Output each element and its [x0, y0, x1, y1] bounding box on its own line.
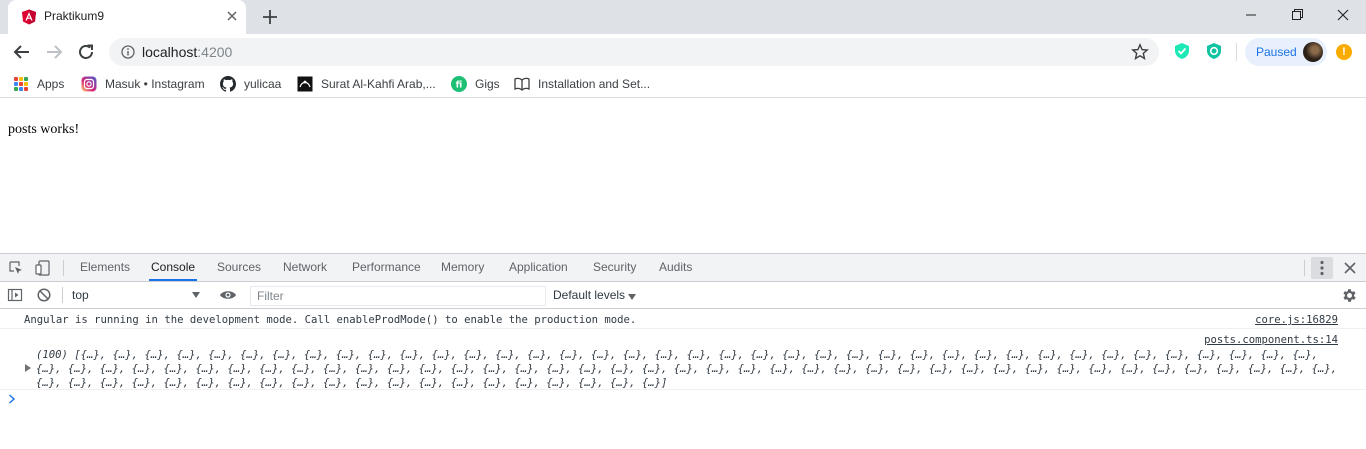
page-text: posts works! — [8, 122, 80, 137]
dropdown-arrow-icon — [628, 294, 636, 300]
source-link[interactable]: posts.component.ts:14 — [1204, 334, 1338, 346]
tabbar-separator — [1304, 260, 1305, 276]
instagram-icon — [81, 76, 97, 92]
tab-network[interactable]: Network — [281, 254, 329, 281]
quran-icon — [297, 76, 313, 92]
restore-icon[interactable] — [1274, 0, 1320, 30]
shield-check-icon[interactable] — [1173, 42, 1191, 60]
bookmark-instagram[interactable]: Masuk • Instagram — [81, 75, 205, 93]
avatar — [1303, 42, 1323, 62]
clear-console-icon[interactable] — [36, 287, 52, 303]
bookmark-gigs[interactable]: fi Gigs — [451, 75, 500, 93]
console-message: Angular is running in the development mo… — [0, 309, 1366, 329]
close-icon[interactable] — [224, 8, 240, 24]
console-message-text: Angular is running in the development mo… — [24, 314, 637, 326]
bookmark-github[interactable]: yulicaa — [220, 75, 281, 93]
book-icon — [514, 77, 530, 91]
array-preview[interactable]: (100) [{…}, {…}, {…}, {…}, {…}, {…}, {…}… — [36, 348, 1346, 390]
info-icon[interactable] — [121, 45, 135, 59]
tab-title: Praktikum9 — [44, 9, 105, 23]
source-link[interactable]: core.js:16829 — [1255, 314, 1338, 326]
minimize-icon[interactable] — [1228, 0, 1274, 30]
console-prompt-icon[interactable] — [8, 394, 16, 404]
page-viewport: posts works! — [0, 103, 1366, 253]
shield-extension-icon[interactable] — [1205, 42, 1223, 60]
new-tab-icon[interactable] — [260, 7, 280, 27]
filter-input[interactable] — [250, 286, 546, 306]
log-levels-dropdown[interactable]: Default levels — [553, 288, 625, 302]
github-icon — [220, 76, 236, 92]
tab-performance[interactable]: Performance — [350, 254, 423, 281]
bookmark-apps[interactable]: Apps — [14, 75, 64, 93]
reload-icon[interactable] — [74, 40, 98, 64]
show-sidebar-icon[interactable] — [7, 287, 23, 303]
tab-memory[interactable]: Memory — [439, 254, 486, 281]
tabbar-separator — [63, 260, 64, 276]
tab-security[interactable]: Security — [591, 254, 638, 281]
profile-button[interactable]: Paused — [1245, 38, 1327, 66]
devtools-tabbar: Elements Console Sources Network Perform… — [0, 254, 1366, 282]
address-bar[interactable]: localhost:4200 — [109, 38, 1159, 66]
back-icon[interactable] — [10, 40, 34, 64]
tab-audits[interactable]: Audits — [657, 254, 694, 281]
svg-text:fi: fi — [456, 81, 463, 91]
bookmark-surat[interactable]: Surat Al-Kahfi Arab,... — [297, 75, 436, 93]
eye-icon[interactable] — [219, 289, 237, 301]
tab-strip: Praktikum9 — [0, 0, 1366, 34]
console-messages: Angular is running in the development mo… — [0, 309, 1366, 449]
forward-icon[interactable] — [42, 40, 66, 64]
star-icon[interactable] — [1131, 43, 1149, 61]
browser-toolbar: localhost:4200 — [0, 34, 1366, 70]
more-options-icon[interactable] — [1311, 257, 1333, 279]
browser-tab[interactable]: Praktikum9 — [8, 0, 246, 34]
console-message: posts.component.ts:14 (100) [{…}, {…}, {… — [0, 329, 1366, 390]
inspect-element-icon[interactable] — [8, 260, 24, 276]
profile-status: Paused — [1256, 45, 1297, 59]
url-text[interactable]: localhost:4200 — [142, 44, 232, 60]
dropdown-arrow-icon — [192, 292, 200, 298]
bookmark-installation[interactable]: Installation and Set... — [514, 75, 650, 93]
gear-icon[interactable] — [1341, 287, 1358, 304]
tab-console[interactable]: Console — [149, 254, 198, 281]
expand-triangle-icon[interactable] — [25, 364, 31, 372]
bookmarks-bar: Apps Masuk • Instagram yulicaa Surat Al-… — [0, 70, 1366, 98]
fiverr-icon: fi — [451, 76, 467, 92]
toolbar-separator — [62, 287, 63, 303]
device-toolbar-icon[interactable] — [35, 260, 51, 276]
devtools-panel: Elements Console Sources Network Perform… — [0, 253, 1366, 448]
console-toolbar: top Default levels — [0, 282, 1366, 309]
tab-elements[interactable]: Elements — [78, 254, 132, 281]
window-close-icon[interactable] — [1320, 0, 1366, 30]
tab-sources[interactable]: Sources — [215, 254, 263, 281]
close-devtools-icon[interactable] — [1342, 260, 1358, 276]
toolbar-divider — [1236, 43, 1237, 61]
angular-icon — [22, 9, 36, 25]
context-selector[interactable]: top — [66, 286, 206, 305]
tab-application[interactable]: Application — [507, 254, 570, 281]
update-alert-icon[interactable]: ! — [1336, 44, 1352, 60]
apps-grid-icon — [14, 77, 28, 91]
